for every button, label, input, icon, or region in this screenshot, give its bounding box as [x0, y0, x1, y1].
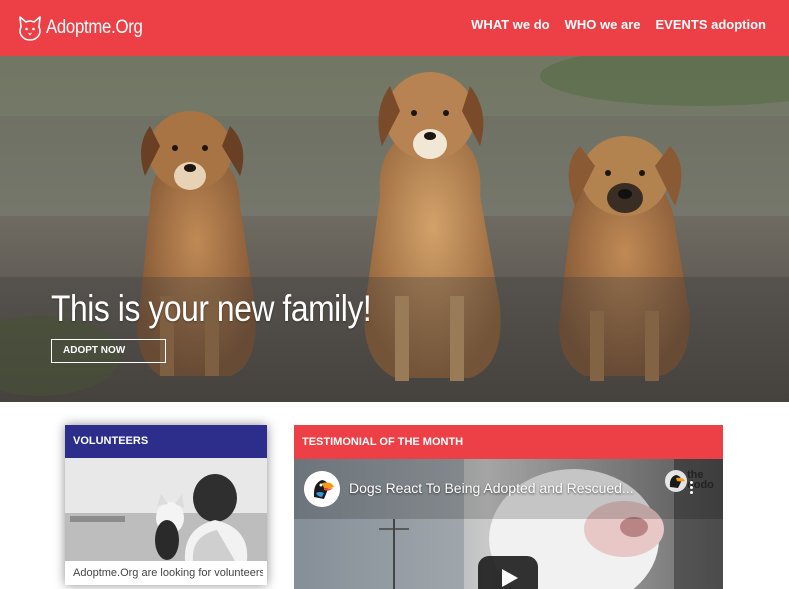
video-title[interactable]: Dogs React To Being Adopted and Rescued.… — [349, 480, 679, 496]
volunteers-card: VOLUNTEERS Adoptme.Org are looking for v… — [65, 425, 267, 585]
brand-logo[interactable]: Adoptme.Org — [17, 13, 156, 43]
nav-link-what-we-do[interactable]: WHAT we do — [471, 17, 549, 33]
testimonial-title: TESTIMONIAL OF THE MONTH — [294, 425, 723, 459]
hero-banner: This is your new family! ADOPT NOW — [0, 56, 789, 402]
top-navbar: Adoptme.Org WHAT we do WHO we are EVENTS… — [0, 0, 789, 56]
play-icon[interactable] — [478, 556, 538, 589]
testimonial-card: TESTIMONIAL OF THE MONTH Dogs React To B… — [294, 425, 723, 589]
girl-holding-cat-photo — [65, 458, 267, 561]
more-vertical-icon[interactable] — [686, 479, 696, 501]
volunteers-title: VOLUNTEERS — [65, 425, 267, 458]
cat-head-icon — [19, 16, 41, 41]
main-nav: WHAT we do WHO we are EVENTS adoption — [471, 17, 766, 33]
adopt-now-button[interactable]: ADOPT NOW — [51, 339, 166, 363]
youtube-video-embed[interactable]: Dogs React To Being Adopted and Rescued.… — [294, 459, 723, 589]
volunteers-description: Adoptme.Org are looking for volunteers — [73, 567, 263, 579]
brand-name: Adoptme.Org — [46, 17, 143, 38]
toucan-icon[interactable] — [304, 471, 340, 507]
nav-link-who-we-are[interactable]: WHO we are — [565, 17, 641, 33]
hero-title: This is your new family! — [51, 288, 372, 329]
nav-link-events-adoption[interactable]: EVENTS adoption — [656, 17, 767, 33]
